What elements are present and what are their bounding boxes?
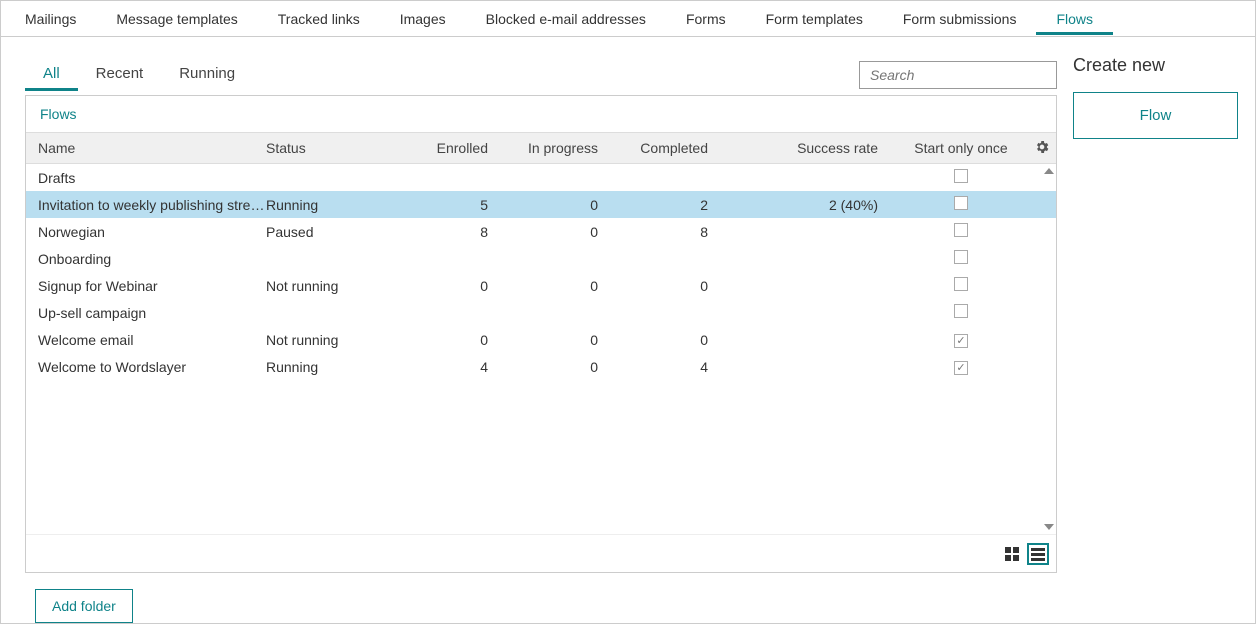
cell-name: Onboarding [26,251,266,267]
cell-enrolled: 5 [396,197,506,213]
panel-footer [26,534,1056,572]
cell-status: Not running [266,278,396,294]
checkbox-startonce[interactable] [954,250,968,264]
checkbox-startonce[interactable]: ✓ [954,334,968,348]
subtab-all[interactable]: All [25,59,78,91]
cell-startonce [896,250,1016,267]
grid-body: Drafts Invitation to weekly publishing st… [26,164,1056,534]
nav-tab-mailings[interactable]: Mailings [5,3,96,34]
scroll-down-icon[interactable] [1044,524,1054,530]
top-nav: MailingsMessage templatesTracked linksIm… [1,1,1255,37]
nav-tab-form-templates[interactable]: Form templates [746,3,883,34]
cell-enrolled: 8 [396,224,506,240]
table-row[interactable]: Invitation to weekly publishing strea...… [26,191,1056,218]
cell-completed: 8 [616,224,726,240]
col-header-startonce[interactable]: Start only once [896,140,1016,156]
add-folder-button[interactable]: Add folder [35,589,133,623]
cell-startonce: ✓ [896,358,1016,375]
breadcrumb[interactable]: Flows [26,96,1056,132]
table-row[interactable]: Signup for WebinarNot running000 [26,272,1056,299]
table-row[interactable]: Drafts [26,164,1056,191]
grid-header: Name Status Enrolled In progress Complet… [26,132,1056,164]
cell-enrolled: 4 [396,359,506,375]
cell-startonce [896,196,1016,213]
cell-name: Up-sell campaign [26,305,266,321]
sub-tabs: AllRecentRunning [25,59,253,91]
nav-tab-tracked-links[interactable]: Tracked links [258,3,380,34]
cell-startonce [896,169,1016,186]
cell-status: Running [266,359,396,375]
cell-inprogress: 0 [506,332,616,348]
table-row[interactable]: Onboarding [26,245,1056,272]
cell-inprogress: 0 [506,278,616,294]
side-heading: Create new [1073,55,1233,76]
cell-name: Invitation to weekly publishing strea... [26,197,266,213]
cell-successrate: 2 (40%) [726,197,896,213]
nav-tab-flows[interactable]: Flows [1036,3,1113,35]
subtab-running[interactable]: Running [161,59,253,91]
cell-name: Welcome email [26,332,266,348]
cell-startonce [896,304,1016,321]
table-row[interactable]: Welcome to WordslayerRunning404✓ [26,353,1056,380]
col-header-successrate[interactable]: Success rate [726,140,896,156]
grid-view-button[interactable] [1002,544,1022,564]
checkbox-startonce[interactable] [954,223,968,237]
side-panel: Create new Flow [1065,37,1255,623]
checkbox-startonce[interactable] [954,196,968,210]
col-header-enrolled[interactable]: Enrolled [396,140,506,156]
col-header-completed[interactable]: Completed [616,140,726,156]
table-row[interactable]: NorwegianPaused808 [26,218,1056,245]
checkbox-startonce[interactable]: ✓ [954,361,968,375]
checkbox-startonce[interactable] [954,304,968,318]
cell-completed: 2 [616,197,726,213]
list-panel: Flows Name Status Enrolled In progress C… [25,95,1057,573]
content: AllRecentRunning Flows Name Status Enrol… [1,37,1255,623]
search-box[interactable] [859,61,1057,89]
table-row[interactable]: Up-sell campaign [26,299,1056,326]
subtab-recent[interactable]: Recent [78,59,162,91]
search-input[interactable] [868,66,1054,84]
cell-inprogress: 0 [506,359,616,375]
cell-inprogress: 0 [506,197,616,213]
cell-name: Signup for Webinar [26,278,266,294]
cell-startonce: ✓ [896,331,1016,348]
cell-name: Drafts [26,170,266,186]
table-row[interactable]: Welcome emailNot running000✓ [26,326,1056,353]
nav-tab-message-templates[interactable]: Message templates [96,3,257,34]
sub-header: AllRecentRunning [25,59,1065,91]
gear-icon[interactable] [1034,139,1050,158]
cell-startonce [896,277,1016,294]
cell-enrolled: 0 [396,332,506,348]
main-area: AllRecentRunning Flows Name Status Enrol… [1,37,1065,623]
cell-status: Paused [266,224,396,240]
nav-tab-form-submissions[interactable]: Form submissions [883,3,1037,34]
checkbox-startonce[interactable] [954,169,968,183]
list-view-button[interactable] [1028,544,1048,564]
nav-tab-images[interactable]: Images [380,3,466,34]
nav-tab-forms[interactable]: Forms [666,3,746,34]
create-flow-button[interactable]: Flow [1073,92,1238,139]
cell-status: Not running [266,332,396,348]
col-header-status[interactable]: Status [266,140,396,156]
cell-status: Running [266,197,396,213]
cell-inprogress: 0 [506,224,616,240]
checkbox-startonce[interactable] [954,277,968,291]
cell-completed: 0 [616,332,726,348]
cell-name: Welcome to Wordslayer [26,359,266,375]
cell-startonce [896,223,1016,240]
scroll-up-icon[interactable] [1044,168,1054,174]
cell-completed: 0 [616,278,726,294]
cell-completed: 4 [616,359,726,375]
col-header-inprogress[interactable]: In progress [506,140,616,156]
cell-enrolled: 0 [396,278,506,294]
cell-name: Norwegian [26,224,266,240]
nav-tab-blocked-e-mail-addresses[interactable]: Blocked e-mail addresses [466,3,666,34]
col-header-name[interactable]: Name [26,140,266,156]
